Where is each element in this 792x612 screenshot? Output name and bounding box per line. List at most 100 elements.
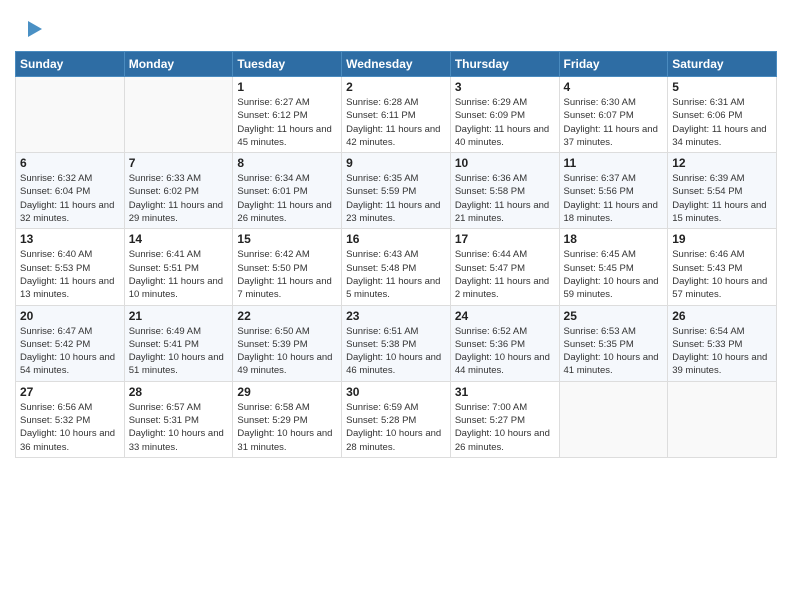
day-number: 22 <box>237 309 337 323</box>
day-cell: 31 Sunrise: 7:00 AM Sunset: 5:27 PM Dayli… <box>450 381 559 457</box>
day-number: 16 <box>346 232 446 246</box>
day-number: 21 <box>129 309 229 323</box>
day-info: Sunrise: 6:41 AM Sunset: 5:51 PM Dayligh… <box>129 248 229 301</box>
day-cell: 27 Sunrise: 6:56 AM Sunset: 5:32 PM Dayli… <box>16 381 125 457</box>
day-info: Sunrise: 6:36 AM Sunset: 5:58 PM Dayligh… <box>455 172 555 225</box>
day-cell: 6 Sunrise: 6:32 AM Sunset: 6:04 PM Daylig… <box>16 153 125 229</box>
day-cell: 23 Sunrise: 6:51 AM Sunset: 5:38 PM Dayli… <box>342 305 451 381</box>
header <box>15 10 777 43</box>
day-cell: 13Sunrise: 6:40 AM Sunset: 5:53 PM Dayli… <box>16 229 125 305</box>
day-info: Sunrise: 6:33 AM Sunset: 6:02 PM Dayligh… <box>129 172 229 225</box>
day-cell: 14 Sunrise: 6:41 AM Sunset: 5:51 PM Dayli… <box>124 229 233 305</box>
weekday-header-tuesday: Tuesday <box>233 52 342 77</box>
day-cell <box>16 77 125 153</box>
day-number: 10 <box>455 156 555 170</box>
day-info: Sunrise: 6:34 AM Sunset: 6:01 PM Dayligh… <box>237 172 337 225</box>
week-row-5: 27 Sunrise: 6:56 AM Sunset: 5:32 PM Dayli… <box>16 381 777 457</box>
day-info: Sunrise: 6:52 AM Sunset: 5:36 PM Dayligh… <box>455 325 555 378</box>
day-cell: 3 Sunrise: 6:29 AM Sunset: 6:09 PM Daylig… <box>450 77 559 153</box>
week-row-3: 13Sunrise: 6:40 AM Sunset: 5:53 PM Dayli… <box>16 229 777 305</box>
day-info: Sunrise: 6:50 AM Sunset: 5:39 PM Dayligh… <box>237 325 337 378</box>
week-row-4: 20Sunrise: 6:47 AM Sunset: 5:42 PM Dayli… <box>16 305 777 381</box>
day-info: Sunrise: 6:44 AM Sunset: 5:47 PM Dayligh… <box>455 248 555 301</box>
day-cell: 30Sunrise: 6:59 AM Sunset: 5:28 PM Dayli… <box>342 381 451 457</box>
weekday-header-monday: Monday <box>124 52 233 77</box>
logo-icon <box>18 15 46 43</box>
day-info: Sunrise: 6:42 AM Sunset: 5:50 PM Dayligh… <box>237 248 337 301</box>
day-info: Sunrise: 6:28 AM Sunset: 6:11 PM Dayligh… <box>346 96 446 149</box>
weekday-header-wednesday: Wednesday <box>342 52 451 77</box>
day-cell: 9 Sunrise: 6:35 AM Sunset: 5:59 PM Daylig… <box>342 153 451 229</box>
day-number: 18 <box>564 232 664 246</box>
day-number: 29 <box>237 385 337 399</box>
day-cell: 25Sunrise: 6:53 AM Sunset: 5:35 PM Dayli… <box>559 305 668 381</box>
day-number: 8 <box>237 156 337 170</box>
day-info: Sunrise: 6:39 AM Sunset: 5:54 PM Dayligh… <box>672 172 772 225</box>
day-cell: 18 Sunrise: 6:45 AM Sunset: 5:45 PM Dayli… <box>559 229 668 305</box>
day-cell: 7 Sunrise: 6:33 AM Sunset: 6:02 PM Daylig… <box>124 153 233 229</box>
day-number: 27 <box>20 385 120 399</box>
week-row-2: 6 Sunrise: 6:32 AM Sunset: 6:04 PM Daylig… <box>16 153 777 229</box>
day-cell: 8 Sunrise: 6:34 AM Sunset: 6:01 PM Daylig… <box>233 153 342 229</box>
day-info: Sunrise: 6:59 AM Sunset: 5:28 PM Dayligh… <box>346 401 446 454</box>
day-info: Sunrise: 6:45 AM Sunset: 5:45 PM Dayligh… <box>564 248 664 301</box>
day-cell: 4 Sunrise: 6:30 AM Sunset: 6:07 PM Daylig… <box>559 77 668 153</box>
day-info: Sunrise: 6:46 AM Sunset: 5:43 PM Dayligh… <box>672 248 772 301</box>
page: SundayMondayTuesdayWednesdayThursdayFrid… <box>0 0 792 612</box>
weekday-header-sunday: Sunday <box>16 52 125 77</box>
weekday-header-friday: Friday <box>559 52 668 77</box>
day-number: 4 <box>564 80 664 94</box>
day-info: Sunrise: 6:29 AM Sunset: 6:09 PM Dayligh… <box>455 96 555 149</box>
day-cell: 28 Sunrise: 6:57 AM Sunset: 5:31 PM Dayli… <box>124 381 233 457</box>
day-cell: 24 Sunrise: 6:52 AM Sunset: 5:36 PM Dayli… <box>450 305 559 381</box>
day-number: 9 <box>346 156 446 170</box>
day-number: 7 <box>129 156 229 170</box>
day-number: 19 <box>672 232 772 246</box>
day-number: 26 <box>672 309 772 323</box>
day-info: Sunrise: 6:56 AM Sunset: 5:32 PM Dayligh… <box>20 401 120 454</box>
day-number: 14 <box>129 232 229 246</box>
day-cell <box>668 381 777 457</box>
day-info: Sunrise: 6:27 AM Sunset: 6:12 PM Dayligh… <box>237 96 337 149</box>
day-number: 17 <box>455 232 555 246</box>
day-info: Sunrise: 6:51 AM Sunset: 5:38 PM Dayligh… <box>346 325 446 378</box>
day-number: 28 <box>129 385 229 399</box>
day-cell: 21 Sunrise: 6:49 AM Sunset: 5:41 PM Dayli… <box>124 305 233 381</box>
day-number: 15 <box>237 232 337 246</box>
day-info: Sunrise: 6:58 AM Sunset: 5:29 PM Dayligh… <box>237 401 337 454</box>
day-number: 25 <box>564 309 664 323</box>
day-number: 6 <box>20 156 120 170</box>
day-number: 24 <box>455 309 555 323</box>
weekday-header-thursday: Thursday <box>450 52 559 77</box>
day-number: 11 <box>564 156 664 170</box>
day-number: 5 <box>672 80 772 94</box>
day-cell: 29 Sunrise: 6:58 AM Sunset: 5:29 PM Dayli… <box>233 381 342 457</box>
day-number: 2 <box>346 80 446 94</box>
day-info: Sunrise: 6:30 AM Sunset: 6:07 PM Dayligh… <box>564 96 664 149</box>
day-number: 31 <box>455 385 555 399</box>
day-info: Sunrise: 6:43 AM Sunset: 5:48 PM Dayligh… <box>346 248 446 301</box>
day-number: 1 <box>237 80 337 94</box>
weekday-header-saturday: Saturday <box>668 52 777 77</box>
day-info: Sunrise: 6:31 AM Sunset: 6:06 PM Dayligh… <box>672 96 772 149</box>
day-cell: 17 Sunrise: 6:44 AM Sunset: 5:47 PM Dayli… <box>450 229 559 305</box>
day-cell <box>559 381 668 457</box>
day-cell: 5 Sunrise: 6:31 AM Sunset: 6:06 PM Daylig… <box>668 77 777 153</box>
day-cell: 22 Sunrise: 6:50 AM Sunset: 5:39 PM Dayli… <box>233 305 342 381</box>
day-info: Sunrise: 6:57 AM Sunset: 5:31 PM Dayligh… <box>129 401 229 454</box>
day-number: 23 <box>346 309 446 323</box>
day-info: Sunrise: 6:54 AM Sunset: 5:33 PM Dayligh… <box>672 325 772 378</box>
day-cell: 2 Sunrise: 6:28 AM Sunset: 6:11 PM Daylig… <box>342 77 451 153</box>
weekday-header-row: SundayMondayTuesdayWednesdayThursdayFrid… <box>16 52 777 77</box>
day-info: Sunrise: 6:32 AM Sunset: 6:04 PM Dayligh… <box>20 172 120 225</box>
day-info: Sunrise: 7:00 AM Sunset: 5:27 PM Dayligh… <box>455 401 555 454</box>
day-cell <box>124 77 233 153</box>
day-cell: 16 Sunrise: 6:43 AM Sunset: 5:48 PM Dayli… <box>342 229 451 305</box>
day-cell: 19 Sunrise: 6:46 AM Sunset: 5:43 PM Dayli… <box>668 229 777 305</box>
day-info: Sunrise: 6:40 AM Sunset: 5:53 PM Dayligh… <box>20 248 120 301</box>
day-number: 3 <box>455 80 555 94</box>
day-info: Sunrise: 6:49 AM Sunset: 5:41 PM Dayligh… <box>129 325 229 378</box>
day-info: Sunrise: 6:35 AM Sunset: 5:59 PM Dayligh… <box>346 172 446 225</box>
day-cell: 20Sunrise: 6:47 AM Sunset: 5:42 PM Dayli… <box>16 305 125 381</box>
week-row-1: 1 Sunrise: 6:27 AM Sunset: 6:12 PM Daylig… <box>16 77 777 153</box>
